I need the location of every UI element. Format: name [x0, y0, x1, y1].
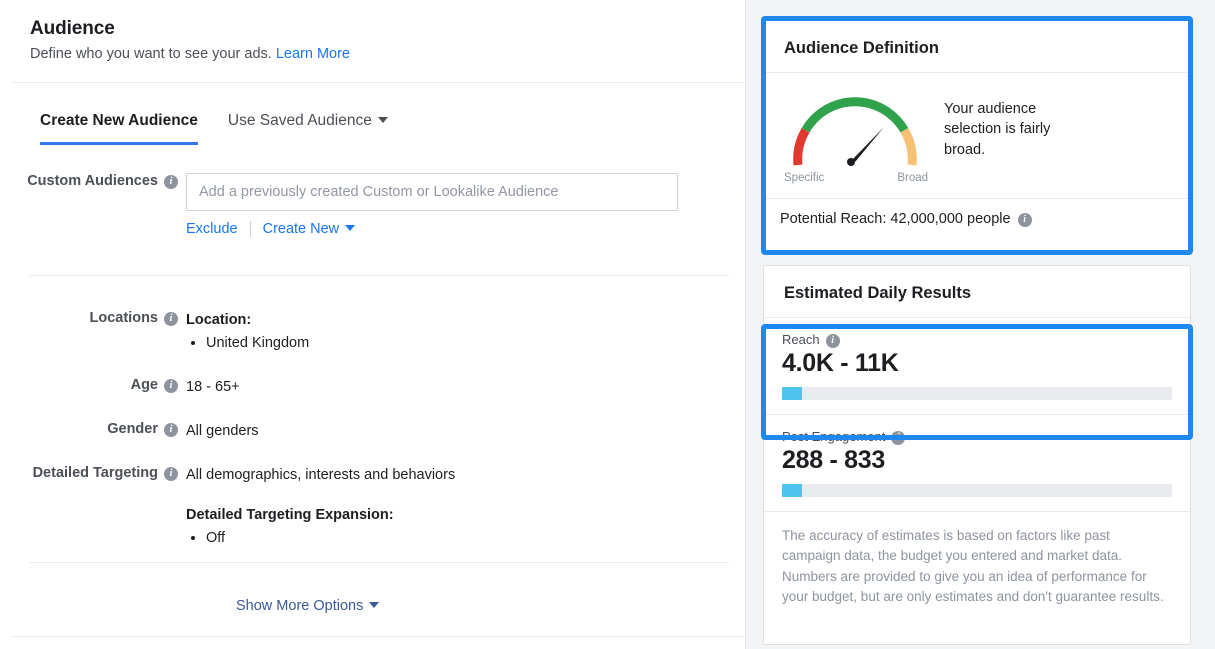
detailed-targeting-label-text: Detailed Targeting — [32, 465, 158, 481]
learn-more-link[interactable]: Learn More — [276, 46, 350, 62]
audience-summary-panel: Audience Definition Specific Broad Your … — [747, 0, 1215, 649]
metric-post-engagement-label-text: Post Engagement — [782, 429, 886, 444]
list-item: Off — [206, 528, 455, 549]
metric-reach: Reach i 4.0K - 11K — [764, 318, 1190, 414]
divider-header — [12, 82, 744, 83]
info-icon[interactable]: i — [825, 333, 840, 348]
info-icon[interactable]: i — [164, 175, 178, 189]
custom-audiences-label: Custom Audiences i — [0, 173, 186, 189]
divider-custom-audiences — [30, 275, 729, 276]
audience-definition-message: Your audience selection is fairly broad. — [944, 101, 1051, 158]
metric-reach-bar-fill — [782, 387, 802, 400]
estimated-daily-results-title: Estimated Daily Results — [784, 284, 972, 302]
info-icon[interactable]: i — [164, 423, 178, 437]
show-more-options-label: Show More Options — [236, 598, 364, 614]
gender-value[interactable]: All genders — [186, 421, 259, 442]
gender-label: Gender i — [0, 421, 186, 437]
tab-use-saved-audience-label: Use Saved Audience — [227, 112, 372, 129]
create-new-link[interactable]: Create New — [263, 221, 356, 237]
metric-reach-label: Reach i — [782, 332, 1172, 348]
age-label: Age i — [0, 377, 186, 393]
tab-use-saved-audience[interactable]: Use Saved Audience — [228, 112, 388, 145]
page-subtitle-text: Define who you want to see your ads. — [30, 46, 272, 62]
gauge-label-broad: Broad — [897, 172, 928, 184]
metric-post-engagement-bar-fill — [782, 484, 802, 497]
detailed-targeting-expansion-heading: Detailed Targeting Expansion: — [186, 507, 394, 524]
metric-reach-bar-track — [782, 387, 1172, 400]
info-icon[interactable]: i — [891, 430, 906, 445]
info-icon[interactable]: i — [1017, 213, 1032, 227]
custom-audiences-input[interactable] — [186, 173, 678, 211]
exclude-link[interactable]: Exclude — [186, 221, 238, 237]
audience-tabs: Create New Audience Use Saved Audience — [40, 112, 388, 145]
page-title: Audience — [30, 18, 115, 39]
custom-audiences-label-text: Custom Audiences — [27, 173, 158, 189]
metric-reach-value: 4.0K - 11K — [782, 349, 899, 377]
age-row: Age i 18 - 65+ — [0, 377, 240, 398]
detailed-targeting-expansion-list: Off — [186, 528, 455, 549]
page-subtitle: Define who you want to see your ads. Lea… — [30, 46, 745, 62]
chevron-down-icon — [345, 225, 356, 232]
chevron-down-icon — [377, 116, 388, 123]
tab-create-new-audience[interactable]: Create New Audience — [40, 112, 198, 145]
tab-create-new-audience-label: Create New Audience — [40, 112, 198, 129]
list-item: United Kingdom — [206, 333, 309, 354]
gender-label-text: Gender — [107, 421, 158, 437]
detailed-targeting-summary: All demographics, interests and behavior… — [186, 467, 456, 483]
metric-reach-label-text: Reach — [782, 332, 820, 347]
locations-label: Locations i — [0, 310, 186, 326]
info-icon[interactable]: i — [164, 379, 178, 393]
location-list: United Kingdom — [186, 333, 309, 354]
age-label-text: Age — [130, 377, 158, 393]
audience-gauge: Specific Broad — [780, 87, 930, 184]
age-value[interactable]: 18 - 65+ — [186, 377, 240, 398]
location-heading: Location: — [186, 312, 252, 328]
gauge-scale-labels: Specific Broad — [780, 172, 930, 184]
detailed-targeting-value[interactable]: All demographics, interests and behavior… — [186, 465, 455, 551]
audience-definition-title: Audience Definition — [784, 39, 939, 57]
action-divider — [249, 221, 251, 237]
custom-audiences-actions: Exclude Create New — [186, 221, 678, 237]
show-more-options-link[interactable]: Show More Options — [236, 598, 380, 614]
divider-footer — [12, 636, 744, 637]
gender-row: Gender i All genders — [0, 421, 259, 442]
metric-post-engagement-bar-track — [782, 484, 1172, 497]
custom-audiences-row: Custom Audiences i Exclude Create New — [0, 173, 678, 237]
potential-reach-text: Potential Reach: 42,000,000 people — [780, 211, 1011, 227]
gauge-label-specific: Specific — [784, 172, 825, 184]
create-new-link-label: Create New — [262, 221, 340, 237]
detailed-targeting-label: Detailed Targeting i — [0, 465, 186, 481]
gauge-icon — [793, 97, 917, 166]
chevron-down-icon — [369, 602, 380, 609]
ads-manager-audience-page: Audience Define who you want to see your… — [0, 0, 1215, 649]
locations-value[interactable]: Location: United Kingdom — [186, 310, 309, 356]
metric-post-engagement-value: 288 - 833 — [782, 446, 885, 474]
locations-row: Locations i Location: United Kingdom — [0, 310, 310, 356]
estimated-daily-results-card: Estimated Daily Results Reach i 4.0K - 1… — [763, 265, 1191, 645]
metric-post-engagement: Post Engagement i 288 - 833 — [764, 415, 1190, 511]
info-icon[interactable]: i — [164, 467, 178, 481]
audience-form-panel: Audience Define who you want to see your… — [0, 0, 746, 649]
metric-post-engagement-label: Post Engagement i — [782, 429, 1172, 445]
divider-before-show-more — [30, 562, 729, 563]
potential-reach-row: Potential Reach: 42,000,000 people i — [764, 199, 1190, 227]
estimates-disclaimer: The accuracy of estimates is based on fa… — [782, 528, 1164, 604]
audience-definition-card: Audience Definition Specific Broad Your … — [763, 20, 1191, 251]
audience-definition-body: Specific Broad Your audience selection i… — [764, 73, 1190, 184]
detailed-targeting-row: Detailed Targeting i All demographics, i… — [0, 465, 456, 551]
audience-header: Audience Define who you want to see your… — [0, 0, 745, 62]
locations-label-text: Locations — [89, 310, 158, 326]
info-icon[interactable]: i — [164, 312, 178, 326]
